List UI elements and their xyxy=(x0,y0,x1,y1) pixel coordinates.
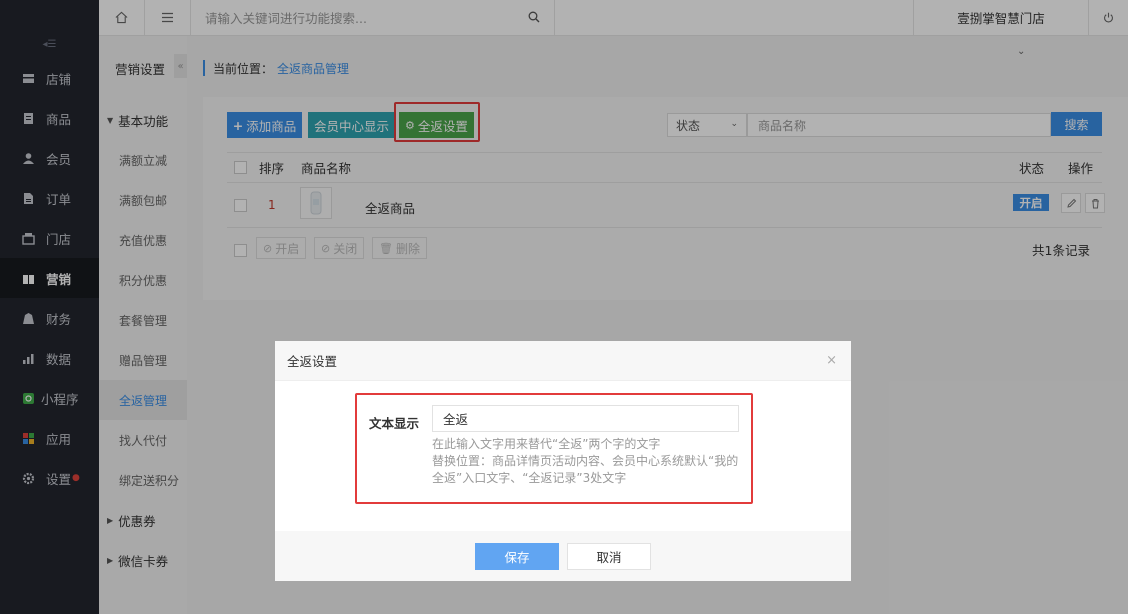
cancel-button[interactable]: 取消 xyxy=(567,543,651,570)
close-icon[interactable]: × xyxy=(826,353,837,368)
dialog-footer: 保存 取消 xyxy=(275,531,851,581)
highlight-box-text-field xyxy=(355,393,753,504)
dialog-header: 全返设置 × xyxy=(275,341,851,381)
save-button[interactable]: 保存 xyxy=(475,543,559,570)
dialog-body: 文本显示 全返 在此输入文字用来替代“全返”两个字的文字 替换位置：商品详情页活… xyxy=(275,381,851,531)
dialog-title: 全返设置 xyxy=(287,354,338,369)
full-return-settings-dialog: 全返设置 × 文本显示 全返 在此输入文字用来替代“全返”两个字的文字 替换位置… xyxy=(275,341,851,581)
